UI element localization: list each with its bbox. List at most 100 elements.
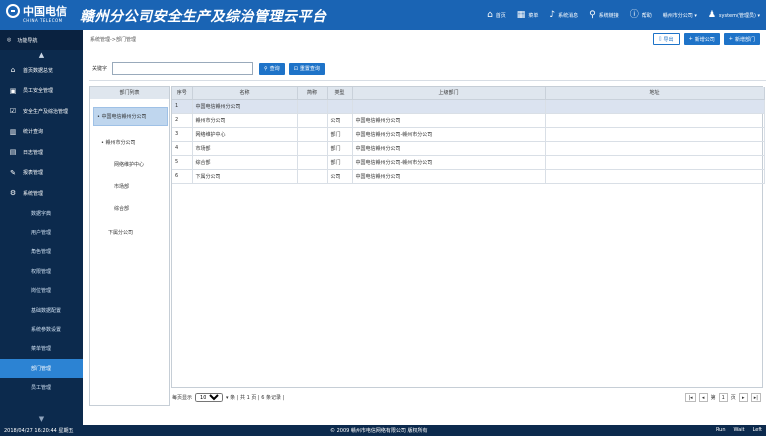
tree-node[interactable]: • 赣州市分公司 bbox=[101, 139, 136, 146]
per-page-label: 每页显示 bbox=[172, 395, 193, 401]
sidebar-item[interactable]: ✎ 报表管理 bbox=[0, 163, 83, 184]
topnav-item[interactable]: ♪ 系统消息 bbox=[549, 10, 578, 20]
last-page-button[interactable]: ▸| bbox=[750, 393, 761, 402]
column-header[interactable]: 简称 bbox=[297, 87, 328, 100]
table-cell-type bbox=[327, 99, 353, 114]
table-row[interactable]: 5 综合部 部门 中国电信赣州分公司-赣州市分公司 bbox=[172, 155, 765, 170]
action-buttons: ▯ 导出 + 新增公司 + 新增部门 bbox=[652, 33, 760, 45]
table-cell-type: 公司 bbox=[327, 169, 353, 184]
topnav-item[interactable]: ♟ system(管理员) ▾ bbox=[708, 10, 760, 20]
topnav-item-label: 首页 bbox=[495, 12, 506, 19]
per-page-select[interactable]: 10 bbox=[195, 393, 224, 402]
sidebar-item[interactable]: ▥ 统计查询 bbox=[0, 122, 83, 143]
page-input[interactable]: 1 bbox=[718, 393, 728, 402]
page-suffix: 页 bbox=[730, 395, 736, 401]
sidebar-submenu: 数据字典 用户管理角色管理权限管理 岗位管理基础数据配置系统参数设置菜单管理部门管理… bbox=[0, 204, 83, 398]
scroll-down-icon[interactable]: ▼ bbox=[0, 415, 83, 423]
search-input[interactable] bbox=[112, 62, 253, 75]
topnav-item[interactable]: ⚲ 系统链接 bbox=[589, 9, 619, 20]
sidebar-subitem[interactable]: 权限管理 bbox=[0, 262, 83, 281]
reset-button-label: 重置查询 bbox=[299, 66, 320, 72]
sidebar-header[interactable]: ◎ 功能导航 bbox=[0, 30, 83, 50]
menu-icon: ▤ bbox=[9, 148, 17, 157]
first-page-button[interactable]: |◂ bbox=[685, 393, 696, 402]
topnav-item-label: 赣州市分公司 ▾ bbox=[662, 12, 697, 19]
reset-search-button[interactable]: ⊡ 重置查询 bbox=[288, 62, 325, 75]
topnav-item-label: 帮助 bbox=[641, 12, 652, 19]
action-button-label: 新增公司 bbox=[694, 36, 715, 43]
sidebar-item[interactable]: ▣ 员工安全管理 bbox=[0, 81, 83, 102]
sidebar-subitem[interactable]: 岗位管理 bbox=[0, 281, 83, 300]
sidebar-menu: ⌂ 首页数据总览 ▣ 员工安全管理 ☑ 安全生产及综治管理 ▥ 统计查询 ▤ 日志管理 ✎ 报表管理 ⚙… bbox=[0, 60, 83, 204]
tree-node[interactable]: 市场部 bbox=[114, 183, 129, 190]
sidebar-item-label: 员工安全管理 bbox=[23, 88, 54, 95]
compass-icon: ◎ bbox=[7, 37, 12, 43]
table-cell-parent bbox=[352, 99, 546, 114]
search-icon: ⚲ bbox=[264, 65, 268, 72]
table-cell-no: 1 bbox=[172, 99, 193, 114]
sidebar-subitem[interactable]: 菜单管理 bbox=[0, 339, 83, 358]
pager-summary: ▾ 条 | 共 1 页 | 6 条记录 | bbox=[226, 395, 285, 401]
tree-node[interactable]: 下属分公司 bbox=[108, 229, 133, 236]
action-button[interactable]: + 新增部门 bbox=[723, 33, 760, 45]
sidebar-item-label: 报表管理 bbox=[23, 170, 44, 177]
table-cell-short bbox=[297, 99, 328, 114]
column-header[interactable]: 名称 bbox=[192, 87, 298, 100]
reset-icon: ⊡ bbox=[293, 65, 298, 72]
table-row[interactable]: 4 市场部 部门 中国电信赣州分公司 bbox=[172, 141, 765, 156]
tree-node[interactable]: 综合部 bbox=[114, 205, 129, 212]
action-button[interactable]: ▯ 导出 bbox=[652, 33, 680, 45]
table-row[interactable]: 3 网络维护中心 部门 中国电信赣州分公司-赣州市分公司 bbox=[172, 127, 765, 142]
sidebar-item[interactable]: ⚙ 系统管理 bbox=[0, 183, 83, 204]
sidebar-subitem[interactable]: 用户管理 bbox=[0, 223, 83, 242]
grid-icon: ▦ bbox=[516, 9, 526, 20]
app-title: 赣州分公司安全生产及综治管理云平台 bbox=[80, 9, 327, 25]
column-header[interactable]: 地址 bbox=[545, 87, 765, 100]
table-cell-name: 下属分公司 bbox=[192, 169, 298, 184]
topnav-item[interactable]: 赣州市分公司 ▾ bbox=[663, 12, 697, 19]
topnav-item[interactable]: ⓘ 帮助 bbox=[630, 10, 652, 20]
next-page-button[interactable]: ▸ bbox=[738, 393, 748, 402]
column-header[interactable]: 类型 bbox=[327, 87, 353, 100]
sidebar-subitem[interactable]: 基础数据配置 bbox=[0, 300, 83, 319]
table-cell-type: 部门 bbox=[327, 141, 353, 156]
column-header[interactable]: 序号 bbox=[172, 87, 193, 100]
scroll-up-icon[interactable]: ▲ bbox=[0, 50, 83, 60]
sidebar-item[interactable]: ☑ 安全生产及综治管理 bbox=[0, 101, 83, 122]
sidebar-item[interactable]: ⌂ 首页数据总览 bbox=[0, 60, 83, 81]
sidebar-subitem-label: 角色管理 bbox=[31, 249, 52, 256]
table-cell-parent: 中国电信赣州分公司 bbox=[352, 169, 546, 184]
search-button[interactable]: ⚲ 查询 bbox=[259, 62, 285, 75]
tree-header: 部门列表 bbox=[90, 87, 169, 99]
sidebar-subitem[interactable]: 员工管理 bbox=[0, 378, 83, 397]
table-cell-parent: 中国电信赣州分公司 bbox=[352, 113, 546, 128]
sidebar-subitem[interactable]: 系统参数设置 bbox=[0, 320, 83, 339]
prev-page-button[interactable]: ◂ bbox=[698, 393, 708, 402]
footer-stat: Run bbox=[715, 427, 726, 433]
table-row[interactable]: 1 中国电信赣州分公司 bbox=[172, 99, 765, 114]
sidebar-subitem[interactable]: 数据字典 bbox=[0, 204, 83, 223]
topnav-item[interactable]: ⌂ 首页 bbox=[487, 10, 506, 20]
tree-node[interactable]: 网络维护中心 bbox=[114, 161, 144, 168]
table-row[interactable]: 6 下属分公司 公司 中国电信赣州分公司 bbox=[172, 169, 765, 184]
pager: 每页显示 10 ▾ 条 | 共 1 页 | 6 条记录 | |◂ ◂ 第 1 页… bbox=[171, 391, 763, 404]
sidebar-subitem-label: 基础数据配置 bbox=[31, 307, 62, 314]
sidebar-subitem[interactable]: 角色管理 bbox=[0, 242, 83, 261]
sidebar-subitem[interactable]: 部门管理 bbox=[0, 358, 83, 379]
link-icon: ⚲ bbox=[589, 9, 596, 20]
topnav-item-label: 系统链接 bbox=[598, 12, 619, 19]
tree-node[interactable]: • 中国电信赣州分公司 bbox=[93, 107, 168, 126]
sidebar: ◎ 功能导航 ▲ ⌂ 首页数据总览 ▣ 员工安全管理 ☑ 安全生产及综治管理 ▥ 统计查询 ▤ 日… bbox=[0, 30, 83, 425]
sidebar-subitem-label: 菜单管理 bbox=[31, 346, 52, 353]
footer-copyright: © 2009 赣州市电信网络有限公司 版权所有 bbox=[330, 428, 428, 434]
table-cell-parent: 中国电信赣州分公司-赣州市分公司 bbox=[352, 127, 546, 142]
table-row[interactable]: 2 赣州市分公司 公司 中国电信赣州分公司 bbox=[172, 113, 765, 128]
topnav-item[interactable]: ▦ 菜单 bbox=[516, 9, 539, 20]
menu-icon: ✎ bbox=[10, 168, 16, 177]
column-header[interactable]: 上级部门 bbox=[352, 87, 546, 100]
table-header: 序号 名称 简称 类型 上级部门 地址 bbox=[172, 87, 765, 100]
sidebar-item[interactable]: ▤ 日志管理 bbox=[0, 142, 83, 163]
top-bar: 中国电信 CHINA TELECOM 赣州分公司安全生产及综治管理云平台 ⌂ 首页… bbox=[0, 0, 766, 30]
footer: 2018/04/27 16:20:44 星期五 © 2009 赣州市电信网络有限… bbox=[0, 425, 766, 436]
action-button[interactable]: + 新增公司 bbox=[683, 33, 720, 45]
